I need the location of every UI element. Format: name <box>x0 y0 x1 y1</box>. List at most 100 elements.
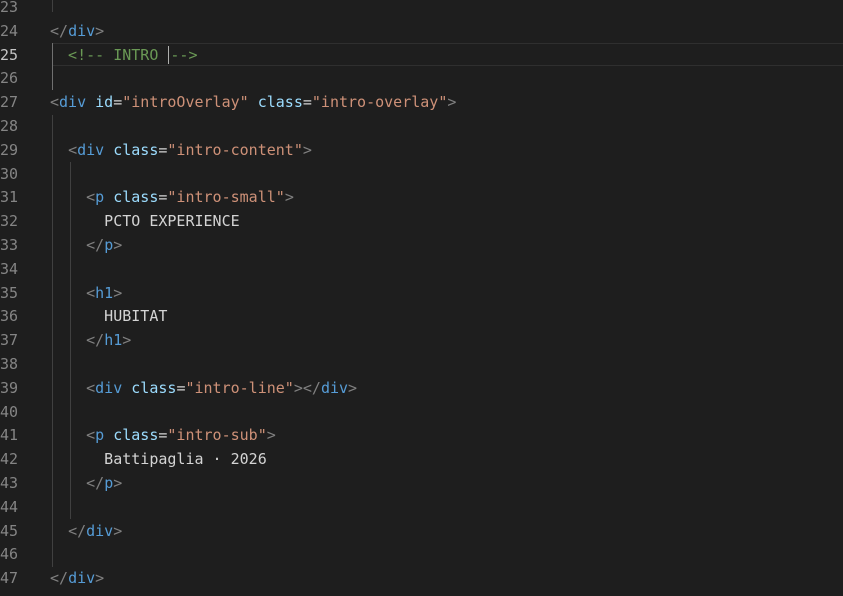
code-token: > <box>447 93 457 112</box>
code-token: = <box>302 93 312 112</box>
code-line[interactable]: 46 <box>0 543 843 567</box>
code-line[interactable]: 31 <p class="intro-small"> <box>0 186 843 210</box>
code-token: p <box>95 188 105 207</box>
line-code: PCTO EXPERIENCE <box>50 210 240 234</box>
line-number: 40 <box>0 402 18 421</box>
code-line[interactable]: 28 <box>0 115 843 139</box>
line-code: <div class="intro-content"> <box>50 139 312 163</box>
code-token: > <box>348 378 358 397</box>
line-code: HUBITAT <box>50 305 167 329</box>
line-code: <div class="intro-line"></div> <box>50 377 357 401</box>
code-token: class <box>113 426 159 445</box>
line-number: 26 <box>0 69 18 88</box>
line-code: </div> <box>50 20 104 44</box>
line-number: 39 <box>0 378 18 397</box>
code-token: class <box>113 188 159 207</box>
code-token: div <box>86 521 114 540</box>
code-token: > <box>113 521 123 540</box>
code-token: "intro-content" <box>167 140 303 159</box>
code-token: </ <box>86 236 105 254</box>
line-code: <p class="intro-small"> <box>50 186 294 210</box>
code-line[interactable]: 35 <h1> <box>0 282 843 306</box>
code-token: </ <box>86 331 105 350</box>
code-line[interactable]: 24 </div> <box>0 20 843 44</box>
line-number: 42 <box>0 450 18 469</box>
line-number: 44 <box>0 497 18 516</box>
code-line[interactable]: 38 <box>0 353 843 377</box>
code-line[interactable]: 36 HUBITAT <box>0 305 843 329</box>
code-line[interactable]: 32 PCTO EXPERIENCE <box>0 210 843 234</box>
code-line[interactable]: 42 Battipaglia · 2026 <box>0 448 843 472</box>
code-line[interactable]: 45 </div> <box>0 520 843 544</box>
code-line[interactable]: 43 </p> <box>0 472 843 496</box>
code-token: div <box>320 378 349 397</box>
code-line[interactable]: 25 <!-- INTRO --> <box>0 44 843 68</box>
line-number: 28 <box>0 117 18 135</box>
line-code: </div> <box>50 567 104 591</box>
code-token: "intro-small" <box>167 188 285 207</box>
line-code: <h1> <box>50 282 122 306</box>
code-line[interactable]: 23 <box>0 0 843 20</box>
code-line[interactable]: 27 <div id="introOverlay" class="intro-ov… <box>0 91 843 115</box>
line-number: 43 <box>0 474 18 492</box>
code-editor[interactable]: 23 24 </div> 25 <!-- INTRO --> 26 27 <div id="… <box>0 0 843 596</box>
code-token: > <box>122 331 132 350</box>
code-token: < <box>50 93 60 112</box>
line-number: 38 <box>0 355 18 373</box>
code-token: = <box>113 93 123 112</box>
code-token: < <box>86 378 96 397</box>
line-number: 24 <box>0 21 18 40</box>
line-number: 30 <box>0 164 18 183</box>
code-token: "intro-sub" <box>167 426 267 445</box>
code-line[interactable]: 33 </p> <box>0 234 843 258</box>
code-line[interactable]: 34 <box>0 258 843 282</box>
code-line[interactable]: 39 <div class="intro-line"></div> <box>0 377 843 401</box>
code-line[interactable]: 30 <box>0 163 843 187</box>
line-code: <div id="introOverlay" class="intro-over… <box>50 91 456 115</box>
line-number: 37 <box>0 331 18 350</box>
code-line[interactable]: 41 <p class="intro-sub"> <box>0 424 843 448</box>
code-line[interactable]: 29 <div class="intro-content"> <box>0 139 843 163</box>
line-number: 33 <box>0 236 18 254</box>
code-token: </ <box>50 569 69 588</box>
code-token: class <box>113 140 159 159</box>
code-token: PCTO EXPERIENCE <box>50 212 240 231</box>
code-token: < <box>86 426 96 445</box>
line-number: 29 <box>0 140 18 159</box>
code-token: HUBITAT <box>50 307 168 326</box>
line-code: </p> <box>50 472 122 496</box>
code-token: > <box>302 140 312 159</box>
code-token: > <box>95 569 105 588</box>
code-line[interactable]: 40 <box>0 401 843 425</box>
code-token: p <box>95 426 105 445</box>
code-line[interactable]: 44 <box>0 496 843 520</box>
code-token: div <box>68 21 96 40</box>
code-token: class <box>131 378 177 397</box>
code-token: id <box>95 93 114 112</box>
code-line[interactable]: 37 </h1> <box>0 329 843 353</box>
code-token: > <box>284 188 294 207</box>
code-line[interactable]: 26 <box>0 67 843 91</box>
line-number: 46 <box>0 545 18 564</box>
line-code: <!-- INTRO --> <box>50 44 198 68</box>
code-token: --> <box>170 45 198 64</box>
code-token: "intro-overlay" <box>311 93 448 112</box>
code-line[interactable]: 47 </div> <box>0 567 843 591</box>
code-token: < <box>86 283 96 302</box>
code-token: < <box>86 188 96 207</box>
line-code: Battipaglia · 2026 <box>50 448 267 472</box>
line-number: 31 <box>0 188 18 207</box>
line-code: <p class="intro-sub"> <box>50 424 276 448</box>
code-token: h1 <box>104 331 123 350</box>
line-number: 47 <box>0 569 18 588</box>
